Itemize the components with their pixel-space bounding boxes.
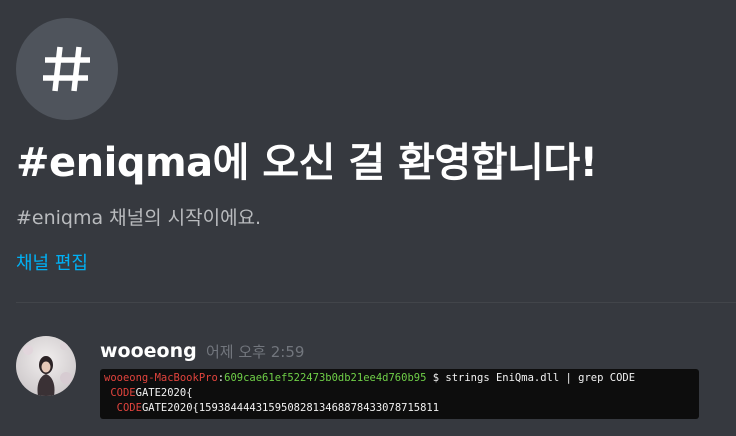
- output-rest: GATE2020{: [135, 387, 193, 399]
- terminal-prompt-line: wooeong-MacBookPro:609cae61ef522473b0db2…: [104, 371, 699, 386]
- welcome-subtitle: #eniqma 채널의 시작이에요.: [16, 207, 262, 229]
- terminal-output-line: CODEGATE2020{159384444315950828134688784…: [104, 401, 699, 416]
- output-rest: GATE2020{1593844443159508281346887843307…: [141, 402, 440, 414]
- terminal-screenshot-attachment[interactable]: wooeong-MacBookPro:609cae61ef522473b0db2…: [100, 369, 699, 419]
- message-author[interactable]: wooeong: [100, 338, 197, 364]
- message-timestamp: 어제 오후 2:59: [206, 343, 305, 361]
- edit-channel-link[interactable]: 채널 편집: [16, 251, 88, 277]
- terminal-output-line: CODEGATE2020{: [104, 386, 699, 401]
- grep-match: CODE: [110, 387, 136, 399]
- avatar-image: [16, 336, 76, 396]
- hash-icon: [43, 46, 90, 92]
- prompt-path: 609cae61ef522473b0db21ee4d760b95: [224, 372, 427, 384]
- welcome-title: #eniqma에 오신 걸 환영합니다!: [16, 140, 598, 186]
- divider: [16, 302, 736, 303]
- avatar[interactable]: [16, 336, 76, 396]
- prompt-host: wooeong-MacBookPro: [104, 372, 218, 384]
- prompt-command: $ strings EniQma.dll | grep CODE: [426, 372, 636, 384]
- grep-match: CODE: [116, 402, 142, 414]
- channel-icon: [16, 18, 118, 120]
